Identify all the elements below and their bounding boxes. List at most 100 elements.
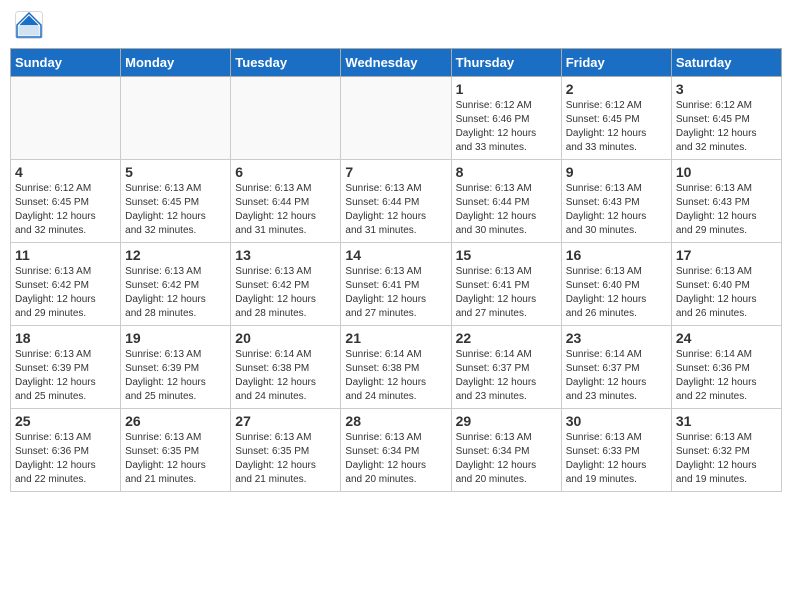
day-cell: 6 Sunrise: 6:13 AM Sunset: 6:44 PM Daylig… [231,160,341,243]
day-number: 4 [15,164,116,180]
day-number: 2 [566,81,667,97]
day-info: Sunrise: 6:13 AM Sunset: 6:35 PM Dayligh… [235,431,336,487]
day-info: Sunrise: 6:13 AM Sunset: 6:43 PM Dayligh… [676,182,777,238]
day-number: 1 [456,81,557,97]
day-info: Sunrise: 6:13 AM Sunset: 6:40 PM Dayligh… [566,265,667,321]
day-cell: 17Sunrise: 6:13 AM Sunset: 6:40 PM Dayli… [671,243,781,326]
day-number: 19 [125,330,226,346]
day-cell: 10 Sunrise: 6:13 AM Sunset: 6:43 PM Dayli… [671,160,781,243]
day-info: Sunrise: 6:13 AM Sunset: 6:42 PM Dayligh… [125,265,226,321]
day-number: 16 [566,247,667,263]
day-cell: 22 Sunrise: 6:14 AM Sunset: 6:37 PM Dayli… [451,326,561,409]
day-number: 24 [676,330,777,346]
day-cell: 19 Sunrise: 6:13 AM Sunset: 6:39 PM Dayli… [121,326,231,409]
day-info: Sunrise: 6:13 AM Sunset: 6:34 PM Dayligh… [345,431,446,487]
week-row-2: 4 Sunrise: 6:12 AM Sunset: 6:45 PM Daylig… [11,160,782,243]
day-info: Sunrise: 6:13 AM Sunset: 6:36 PM Dayligh… [15,431,116,487]
day-number: 8 [456,164,557,180]
day-number: 29 [456,413,557,429]
day-number: 18 [15,330,116,346]
day-cell: 16 Sunrise: 6:13 AM Sunset: 6:40 PM Dayli… [561,243,671,326]
day-info: Sunrise: 6:13 AM Sunset: 6:35 PM Dayligh… [125,431,226,487]
header [10,10,782,40]
day-number: 26 [125,413,226,429]
day-number: 28 [345,413,446,429]
day-info: Sunrise: 6:14 AM Sunset: 6:38 PM Dayligh… [235,348,336,404]
day-cell: 8 Sunrise: 6:13 AM Sunset: 6:44 PM Daylig… [451,160,561,243]
day-info: Sunrise: 6:13 AM Sunset: 6:42 PM Dayligh… [15,265,116,321]
day-cell [121,77,231,160]
day-info: Sunrise: 6:14 AM Sunset: 6:37 PM Dayligh… [566,348,667,404]
week-row-5: 25Sunrise: 6:13 AM Sunset: 6:36 PM Dayli… [11,409,782,492]
day-number: 30 [566,413,667,429]
day-info: Sunrise: 6:13 AM Sunset: 6:42 PM Dayligh… [235,265,336,321]
day-cell [341,77,451,160]
day-cell: 28 Sunrise: 6:13 AM Sunset: 6:34 PM Dayli… [341,409,451,492]
day-cell: 20 Sunrise: 6:14 AM Sunset: 6:38 PM Dayli… [231,326,341,409]
day-cell: 9 Sunrise: 6:13 AM Sunset: 6:43 PM Daylig… [561,160,671,243]
col-header-wednesday: Wednesday [341,49,451,77]
day-info: Sunrise: 6:13 AM Sunset: 6:39 PM Dayligh… [15,348,116,404]
day-number: 27 [235,413,336,429]
day-cell [231,77,341,160]
day-number: 3 [676,81,777,97]
day-info: Sunrise: 6:13 AM Sunset: 6:43 PM Dayligh… [566,182,667,238]
day-number: 10 [676,164,777,180]
day-number: 31 [676,413,777,429]
day-info: Sunrise: 6:13 AM Sunset: 6:45 PM Dayligh… [125,182,226,238]
day-number: 20 [235,330,336,346]
week-row-3: 11 Sunrise: 6:13 AM Sunset: 6:42 PM Dayli… [11,243,782,326]
day-info: Sunrise: 6:13 AM Sunset: 6:41 PM Dayligh… [456,265,557,321]
day-cell: 27 Sunrise: 6:13 AM Sunset: 6:35 PM Dayli… [231,409,341,492]
day-info: Sunrise: 6:12 AM Sunset: 6:45 PM Dayligh… [676,99,777,155]
day-info: Sunrise: 6:14 AM Sunset: 6:37 PM Dayligh… [456,348,557,404]
day-cell: 3 Sunrise: 6:12 AM Sunset: 6:45 PM Daylig… [671,77,781,160]
col-header-saturday: Saturday [671,49,781,77]
day-info: Sunrise: 6:13 AM Sunset: 6:44 PM Dayligh… [345,182,446,238]
col-header-sunday: Sunday [11,49,121,77]
day-cell: 2 Sunrise: 6:12 AM Sunset: 6:45 PM Daylig… [561,77,671,160]
day-info: Sunrise: 6:13 AM Sunset: 6:40 PM Dayligh… [676,265,777,321]
day-info: Sunrise: 6:13 AM Sunset: 6:44 PM Dayligh… [456,182,557,238]
day-info: Sunrise: 6:14 AM Sunset: 6:36 PM Dayligh… [676,348,777,404]
day-info: Sunrise: 6:12 AM Sunset: 6:45 PM Dayligh… [15,182,116,238]
day-cell: 23Sunrise: 6:14 AM Sunset: 6:37 PM Dayli… [561,326,671,409]
day-number: 14 [345,247,446,263]
day-info: Sunrise: 6:12 AM Sunset: 6:46 PM Dayligh… [456,99,557,155]
day-cell: 12Sunrise: 6:13 AM Sunset: 6:42 PM Dayli… [121,243,231,326]
col-header-friday: Friday [561,49,671,77]
day-info: Sunrise: 6:13 AM Sunset: 6:32 PM Dayligh… [676,431,777,487]
day-cell: 11 Sunrise: 6:13 AM Sunset: 6:42 PM Dayli… [11,243,121,326]
week-row-4: 18 Sunrise: 6:13 AM Sunset: 6:39 PM Dayli… [11,326,782,409]
logo [14,10,48,40]
day-number: 9 [566,164,667,180]
day-cell: 29 Sunrise: 6:13 AM Sunset: 6:34 PM Dayli… [451,409,561,492]
day-number: 6 [235,164,336,180]
day-info: Sunrise: 6:13 AM Sunset: 6:33 PM Dayligh… [566,431,667,487]
day-cell: 4 Sunrise: 6:12 AM Sunset: 6:45 PM Daylig… [11,160,121,243]
day-number: 11 [15,247,116,263]
day-cell: 25Sunrise: 6:13 AM Sunset: 6:36 PM Dayli… [11,409,121,492]
day-number: 15 [456,247,557,263]
day-number: 21 [345,330,446,346]
day-number: 13 [235,247,336,263]
day-cell: 5 Sunrise: 6:13 AM Sunset: 6:45 PM Daylig… [121,160,231,243]
day-info: Sunrise: 6:13 AM Sunset: 6:44 PM Dayligh… [235,182,336,238]
day-number: 5 [125,164,226,180]
week-row-1: 1 Sunrise: 6:12 AM Sunset: 6:46 PM Daylig… [11,77,782,160]
day-cell: 31 Sunrise: 6:13 AM Sunset: 6:32 PM Dayli… [671,409,781,492]
day-cell: 21 Sunrise: 6:14 AM Sunset: 6:38 PM Dayli… [341,326,451,409]
day-cell: 18 Sunrise: 6:13 AM Sunset: 6:39 PM Dayli… [11,326,121,409]
day-info: Sunrise: 6:13 AM Sunset: 6:39 PM Dayligh… [125,348,226,404]
col-header-tuesday: Tuesday [231,49,341,77]
day-number: 22 [456,330,557,346]
day-cell: 15 Sunrise: 6:13 AM Sunset: 6:41 PM Dayli… [451,243,561,326]
col-header-thursday: Thursday [451,49,561,77]
day-info: Sunrise: 6:13 AM Sunset: 6:34 PM Dayligh… [456,431,557,487]
day-info: Sunrise: 6:12 AM Sunset: 6:45 PM Dayligh… [566,99,667,155]
day-cell: 24 Sunrise: 6:14 AM Sunset: 6:36 PM Dayli… [671,326,781,409]
day-cell: 30 Sunrise: 6:13 AM Sunset: 6:33 PM Dayli… [561,409,671,492]
day-info: Sunrise: 6:13 AM Sunset: 6:41 PM Dayligh… [345,265,446,321]
col-header-monday: Monday [121,49,231,77]
day-info: Sunrise: 6:14 AM Sunset: 6:38 PM Dayligh… [345,348,446,404]
